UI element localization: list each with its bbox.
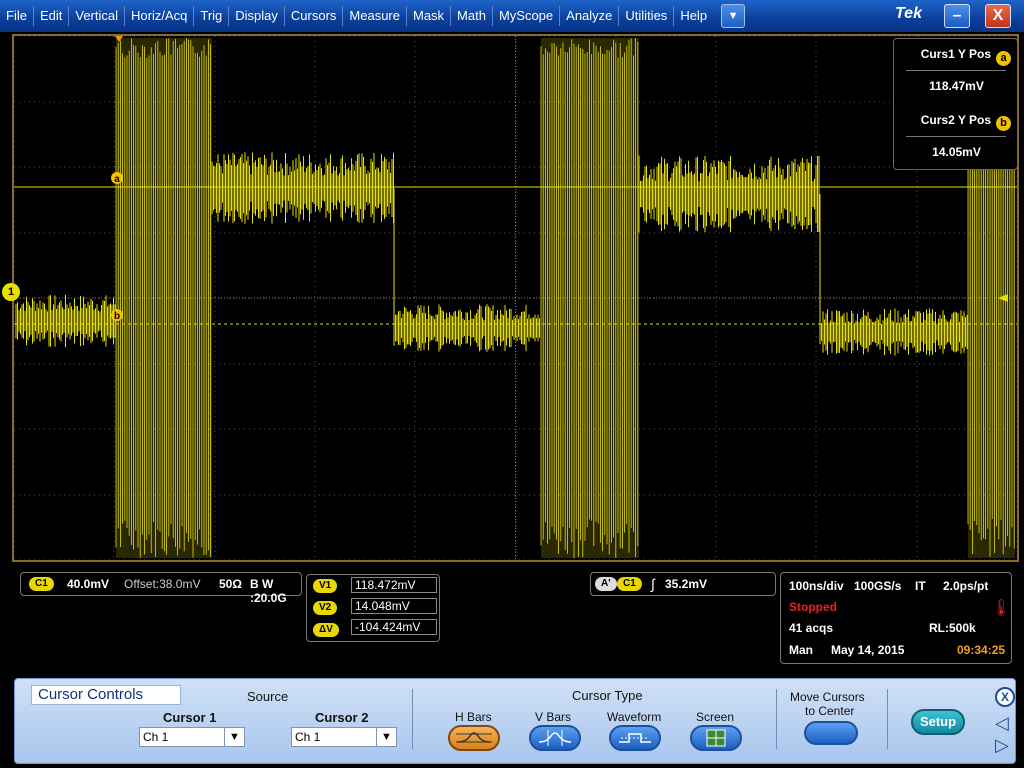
screen-type-button[interactable] (690, 725, 742, 751)
cursor2-source-value: Ch 1 (295, 730, 321, 744)
menu-display[interactable]: Display (229, 0, 284, 32)
channel-impedance: 50Ω (219, 577, 242, 591)
acq-date: May 14, 2015 (831, 643, 905, 657)
menu-math[interactable]: Math (451, 0, 492, 32)
rising-edge-icon: ∫ (651, 576, 655, 592)
acq-count: 41 acqs (789, 621, 834, 635)
source-label: Source (247, 689, 289, 704)
move-cursors-to-center-button[interactable] (804, 721, 858, 745)
h-bars-label: H Bars (455, 710, 492, 724)
waveform-type-label: Waveform (607, 710, 662, 724)
channel-badge: C1 (29, 577, 54, 591)
curs1-value: 118.47mV (929, 79, 984, 93)
menu-edit[interactable]: Edit (34, 0, 68, 32)
acq-time: 09:34:25 (957, 643, 1006, 657)
chevron-down-icon: ▼ (376, 728, 396, 746)
timebase: 100ns/div (789, 579, 844, 593)
sample-rate: 100GS/s (854, 579, 902, 593)
cursor-readout-panel: Curs1 Y Pos a 118.47mV Curs2 Y Pos b 14.… (893, 38, 1018, 170)
acq-mode: IT (915, 579, 926, 593)
cursor1-label: Cursor 1 (163, 710, 217, 725)
low-level-segment-1 (15, 294, 116, 348)
cursor1-source-value: Ch 1 (143, 730, 169, 744)
low-level-segment-3 (819, 308, 968, 356)
curs2-label: Curs2 Y Pos (920, 113, 991, 127)
curs1-label: Curs1 Y Pos (920, 47, 991, 61)
cursor1-source-select[interactable]: Ch 1 ▼ (139, 727, 245, 747)
channel1-marker[interactable]: 1 (2, 283, 20, 301)
dv-badge: ΔV (313, 623, 339, 637)
cursor-controls-title: Cursor Controls (31, 685, 181, 705)
menu-dropdown-button[interactable]: ▼ (721, 4, 746, 28)
minimize-button[interactable]: – (944, 4, 970, 28)
low-level-segment-2 (393, 304, 540, 352)
signal-burst-2 (540, 38, 639, 558)
trigger-mode: Man (789, 643, 813, 657)
v-bars-button[interactable] (529, 725, 581, 751)
curs2-value: 14.05mV (932, 145, 981, 159)
cursor-controls-panel: Cursor Controls Source Cursor 1 Ch 1 ▼ C… (14, 678, 1016, 764)
acquisition-box[interactable]: 100ns/div 100GS/s IT 2.0ps/pt Stopped 🌡 … (780, 572, 1012, 664)
prev-panel-icon[interactable]: ◁ (995, 713, 1009, 734)
v2-value: 14.048mV (351, 598, 437, 614)
trigger-channel-badge: C1 (617, 577, 642, 591)
thermometer-icon: 🌡 (991, 600, 1012, 617)
cursor2-label: Cursor 2 (315, 710, 369, 725)
menu-trig[interactable]: Trig (194, 0, 228, 32)
close-window-button[interactable]: X (985, 4, 1011, 28)
channel1-settings-box[interactable]: C1 40.0mV Offset:38.0mV 50Ω B W :20.0G (20, 572, 302, 605)
menu-cursors[interactable]: Cursors (285, 0, 343, 32)
menu-myscope[interactable]: MyScope (493, 0, 559, 32)
dv-value: -104.424mV (351, 619, 437, 635)
chevron-down-icon: ▼ (224, 728, 244, 746)
menu-file[interactable]: File (0, 0, 33, 32)
trigger-box[interactable]: A' C1 ∫ 35.2mV (590, 572, 776, 596)
menu-analyze[interactable]: Analyze (560, 0, 618, 32)
menu-mask[interactable]: Mask (407, 0, 450, 32)
high-level-segment-2 (638, 155, 820, 233)
channel-scale: 40.0mV (67, 577, 110, 591)
h-bars-button[interactable] (448, 725, 500, 751)
status-area: C1 40.0mV Offset:38.0mV 50Ω B W :20.0G V… (14, 568, 1016, 666)
oscilloscope-app: File Edit Vertical Horiz/Acq Trig Displa… (0, 0, 1024, 768)
trigger-source-badge: A' (595, 577, 617, 591)
screen-type-label: Screen (696, 710, 735, 724)
menu-utilities[interactable]: Utilities (619, 0, 673, 32)
menu-horiz-acq[interactable]: Horiz/Acq (125, 0, 193, 32)
tek-logo: Tek (895, 5, 922, 22)
cursor-b-marker-label: b (114, 311, 120, 322)
v1-value: 118.472mV (351, 577, 437, 593)
channel-bandwidth: B W :20.0G (250, 577, 287, 605)
trigger-level: 35.2mV (665, 577, 708, 591)
menu-bar: File Edit Vertical Horiz/Acq Trig Displa… (0, 0, 1024, 32)
setup-button[interactable]: Setup (911, 709, 965, 735)
acq-state: Stopped (789, 600, 837, 614)
signal-burst-1 (115, 38, 212, 558)
waveform-display[interactable]: a b (12, 34, 1019, 562)
high-level-segment-1 (211, 152, 394, 224)
curs2-badge: b (996, 116, 1011, 131)
cursor-a-marker-label: a (114, 174, 120, 185)
move-cursors-label-line1: Move Cursors (790, 690, 865, 704)
cursor-values-box: V1 118.472mV V2 14.048mV ΔV -104.424mV (306, 574, 440, 642)
move-cursors-label-line2: to Center (805, 704, 855, 718)
resolution: 2.0ps/pt (943, 579, 989, 593)
v-bars-label: V Bars (535, 710, 572, 724)
cursor-type-label: Cursor Type (572, 688, 643, 703)
v2-badge: V2 (313, 601, 338, 615)
cursor2-source-select[interactable]: Ch 1 ▼ (291, 727, 397, 747)
channel-offset: Offset:38.0mV (124, 577, 201, 591)
menu-vertical[interactable]: Vertical (69, 0, 124, 32)
waveform-type-button[interactable] (609, 725, 661, 751)
waveform-svg: a b (14, 36, 1017, 560)
menu-help[interactable]: Help (674, 0, 713, 32)
close-panel-button[interactable]: X (995, 687, 1015, 707)
record-length: RL:500k (929, 621, 976, 635)
next-panel-icon[interactable]: ▷ (995, 735, 1009, 756)
v1-badge: V1 (313, 579, 338, 593)
menu-measure[interactable]: Measure (343, 0, 406, 32)
curs1-badge: a (996, 51, 1011, 66)
